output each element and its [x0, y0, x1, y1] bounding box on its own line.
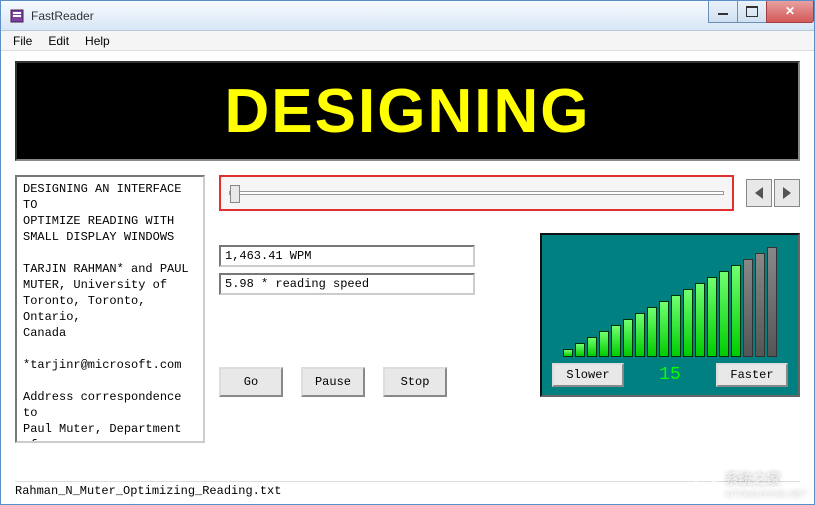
speed-bar: [743, 259, 753, 357]
position-row: [219, 175, 800, 211]
speed-bar: [695, 283, 705, 357]
main-row: DESIGNING AN INTERFACE TO OPTIMIZE READI…: [15, 175, 800, 475]
playback-buttons: Go Pause Stop: [219, 367, 447, 397]
speed-bar: [635, 313, 645, 357]
speed-bar: [671, 295, 681, 357]
content-area: DESIGNING DESIGNING AN INTERFACE TO OPTI…: [1, 51, 814, 504]
current-word: DESIGNING: [225, 76, 591, 147]
maximize-button[interactable]: [737, 1, 767, 23]
menu-edit[interactable]: Edit: [40, 32, 77, 50]
slower-button[interactable]: Slower: [552, 363, 624, 387]
position-slider[interactable]: [229, 191, 724, 195]
close-button[interactable]: [766, 1, 814, 23]
window-controls: [709, 1, 814, 23]
right-panel: 1,463.41 WPM 5.98 * reading speed 0 perc…: [219, 175, 800, 475]
speed-bar: [647, 307, 657, 357]
stop-button[interactable]: Stop: [383, 367, 447, 397]
titlebar[interactable]: FastReader: [1, 1, 814, 31]
app-window: FastReader File Edit Help DESIGNING DESI…: [0, 0, 815, 505]
go-button[interactable]: Go: [219, 367, 283, 397]
speed-bar: [707, 277, 717, 357]
pause-button[interactable]: Pause: [301, 367, 365, 397]
nav-buttons: [746, 179, 800, 207]
next-button[interactable]: [774, 179, 800, 207]
position-slider-thumb[interactable]: [230, 185, 240, 203]
speed-bar: [587, 337, 597, 357]
source-text-panel[interactable]: DESIGNING AN INTERFACE TO OPTIMIZE READI…: [15, 175, 205, 443]
titlebar-text: FastReader: [31, 9, 709, 23]
speed-bar: [683, 289, 693, 357]
speed-bar: [575, 343, 585, 357]
speed-bar: [599, 331, 609, 357]
reading-speed-display: 5.98 * reading speed: [219, 273, 475, 295]
wpm-display: 1,463.41 WPM: [219, 245, 475, 267]
menubar: File Edit Help: [1, 31, 814, 51]
speed-bar: [755, 253, 765, 357]
controls-row: Go Pause Stop Slower 15 Faster: [219, 343, 800, 397]
word-display-panel: DESIGNING: [15, 61, 800, 161]
stats-column: 1,463.41 WPM 5.98 * reading speed: [219, 245, 475, 295]
faster-button[interactable]: Faster: [716, 363, 788, 387]
speed-bars: [550, 243, 790, 357]
speed-controls: Slower 15 Faster: [550, 363, 790, 387]
speed-bar: [659, 301, 669, 357]
status-filename: Rahman_N_Muter_Optimizing_Reading.txt: [15, 484, 281, 498]
speed-bar: [731, 265, 741, 357]
prev-button[interactable]: [746, 179, 772, 207]
speed-value: 15: [659, 365, 681, 385]
speed-bar: [767, 247, 777, 357]
menu-file[interactable]: File: [5, 32, 40, 50]
position-slider-box: [219, 175, 734, 211]
speed-panel: Slower 15 Faster: [540, 233, 800, 397]
minimize-button[interactable]: [708, 1, 738, 23]
speed-bar: [563, 349, 573, 357]
status-bar: Rahman_N_Muter_Optimizing_Reading.txt: [15, 481, 800, 500]
speed-bar: [623, 319, 633, 357]
speed-bar: [719, 271, 729, 357]
app-icon: [9, 8, 25, 24]
speed-bar: [611, 325, 621, 357]
menu-help[interactable]: Help: [77, 32, 118, 50]
